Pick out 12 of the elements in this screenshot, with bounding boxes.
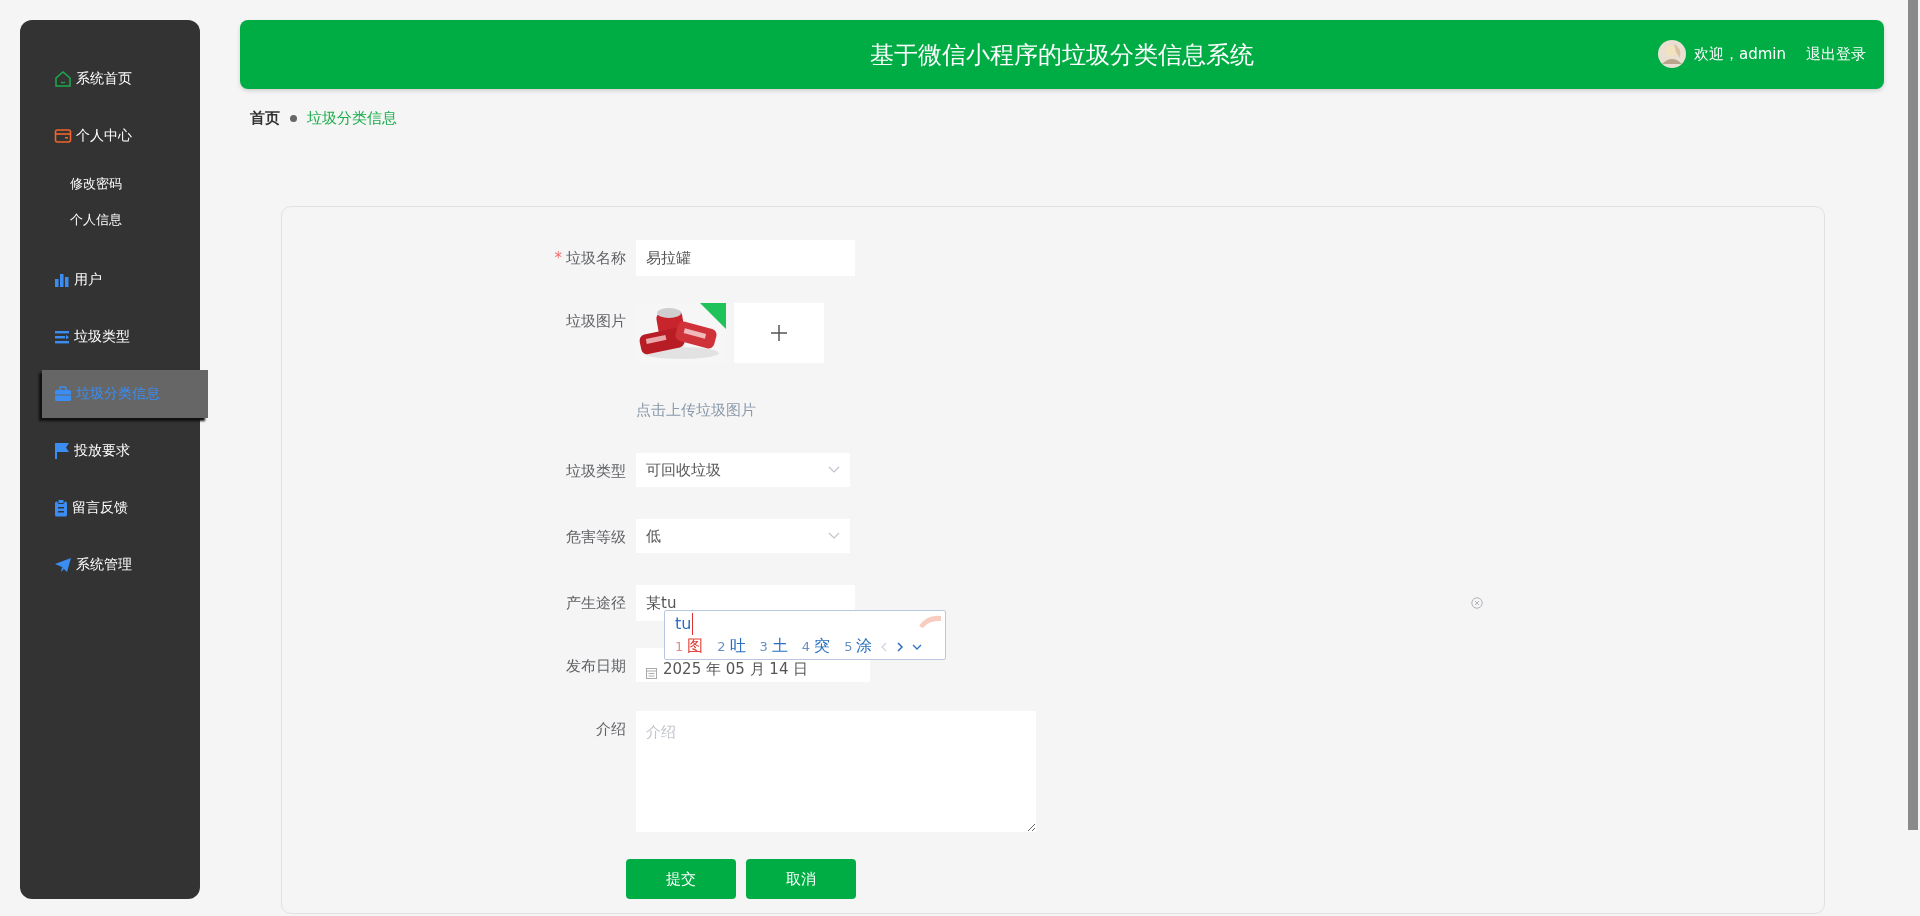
field-label: 介绍 [596, 720, 626, 738]
field-label: 垃圾名称 [566, 249, 626, 267]
field-label: 发布日期 [566, 657, 626, 675]
required-mark: * [554, 249, 562, 267]
field-label: 垃圾类型 [566, 462, 626, 480]
upload-hint: 点击上传垃圾图片 [636, 400, 756, 421]
field-label: 垃圾图片 [566, 312, 626, 330]
header-title: 基于微信小程序的垃圾分类信息系统 [870, 39, 1254, 71]
field-label: 产生途径 [566, 594, 626, 612]
welcome-text: 欢迎，admin [1694, 44, 1786, 64]
composition-text: tu [675, 613, 694, 635]
field-label: 危害等级 [566, 528, 626, 546]
